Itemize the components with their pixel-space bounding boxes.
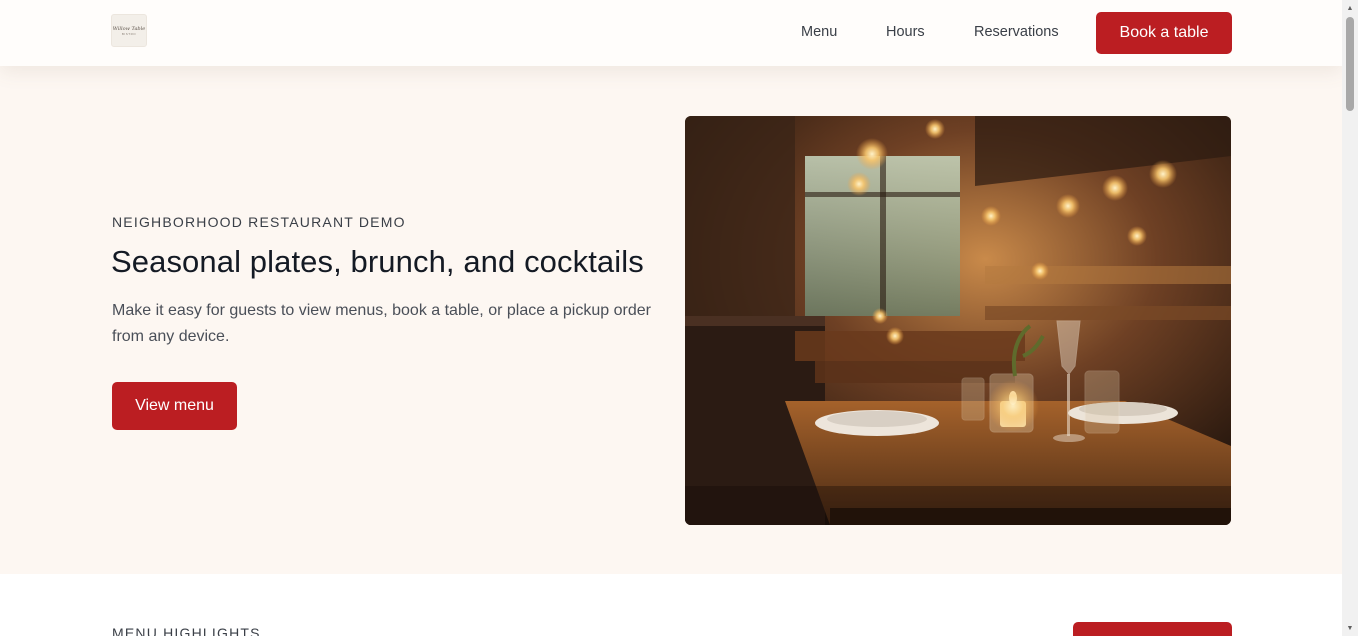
hero-section: NEIGHBORHOOD RESTAURANT DEMO Seasonal pl… (0, 66, 1342, 574)
nav-reservations-link[interactable]: Reservations (974, 24, 1059, 40)
menu-highlights-button[interactable] (1073, 622, 1232, 636)
logo[interactable]: Willow Table BISTRO (111, 14, 147, 47)
scroll-down-icon[interactable]: ▼ (1342, 621, 1358, 635)
book-table-button[interactable]: Book a table (1096, 12, 1232, 54)
scroll-thumb[interactable] (1346, 17, 1354, 111)
hero-image (685, 116, 1231, 525)
menu-highlights-section: MENU HIGHLIGHTS (0, 574, 1342, 636)
site-header: Willow Table BISTRO Menu Hours Reservati… (0, 0, 1342, 66)
page: Willow Table BISTRO Menu Hours Reservati… (0, 0, 1342, 636)
view-menu-button[interactable]: View menu (112, 382, 237, 430)
hero-title: Seasonal plates, brunch, and cocktails (111, 244, 644, 279)
nav-menu-link[interactable]: Menu (801, 24, 837, 40)
nav-hours-link[interactable]: Hours (886, 24, 925, 40)
page-scrollbar[interactable]: ▲ ▼ (1342, 0, 1358, 636)
logo-subtext: BISTRO (121, 31, 137, 36)
menu-highlights-eyebrow: MENU HIGHLIGHTS (112, 625, 261, 636)
hero-description: Make it easy for guests to view menus, b… (112, 302, 651, 345)
scroll-up-icon[interactable]: ▲ (1342, 1, 1358, 15)
restaurant-photo (685, 116, 1231, 525)
hero-eyebrow: NEIGHBORHOOD RESTAURANT DEMO (112, 214, 406, 230)
